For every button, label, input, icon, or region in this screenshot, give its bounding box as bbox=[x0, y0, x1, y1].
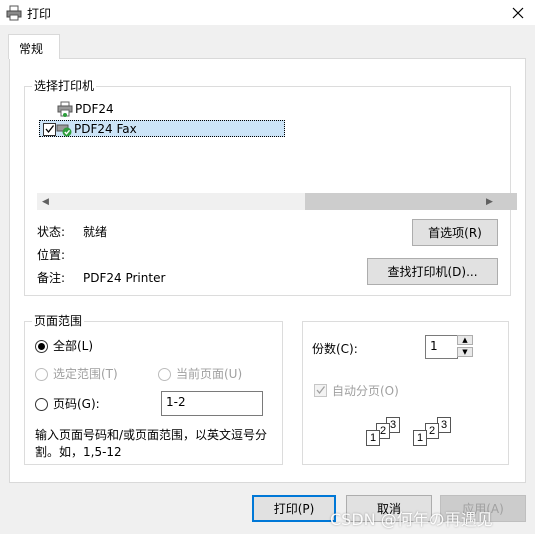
scroll-right-icon[interactable]: ▶ bbox=[481, 193, 498, 210]
spin-up-icon[interactable]: ▲ bbox=[457, 335, 473, 345]
comment-label: 备注: bbox=[37, 271, 66, 285]
radio-pages-label[interactable]: 页码(G): bbox=[53, 397, 100, 411]
comment-value: PDF24 Printer bbox=[83, 271, 166, 285]
printer-item-pdf24[interactable]: PDF24 bbox=[57, 101, 114, 117]
spin-down-icon[interactable]: ▼ bbox=[457, 347, 473, 357]
watermark: CSDN @何年の再遇见 bbox=[330, 510, 493, 529]
status-value: 就绪 bbox=[83, 225, 108, 239]
page-range-hint: 输入页面号码和/或页面范围，以英文逗号分割。如，1,5-12 bbox=[35, 428, 268, 459]
scroll-left-icon[interactable]: ◀ bbox=[37, 193, 54, 210]
print-button[interactable]: 打印(P) bbox=[252, 495, 336, 522]
horizontal-scrollbar[interactable]: ◀ ▶ bbox=[37, 193, 517, 210]
find-printer-button[interactable]: 查找打印机(D)... bbox=[367, 258, 498, 285]
window-title: 打印 bbox=[27, 7, 52, 21]
checkbox-icon bbox=[43, 122, 56, 136]
radio-selection[interactable] bbox=[35, 368, 48, 381]
printer-item-pdf24-fax[interactable]: PDF24 Fax bbox=[40, 121, 137, 137]
page-range-title: 页面范围 bbox=[32, 314, 85, 328]
radio-all[interactable] bbox=[35, 340, 48, 353]
select-printer-title: 选择打印机 bbox=[32, 79, 97, 93]
printer-name: PDF24 Fax bbox=[74, 122, 137, 136]
pages-input[interactable]: 1-2 bbox=[161, 391, 263, 416]
copies-input[interactable]: 1 bbox=[425, 335, 458, 359]
printer-icon bbox=[6, 5, 22, 21]
close-icon[interactable] bbox=[507, 2, 529, 24]
preferences-button[interactable]: 首选项(R) bbox=[412, 219, 498, 246]
radio-all-label[interactable]: 全部(L) bbox=[53, 339, 93, 353]
collate-page-icon: 1 bbox=[413, 430, 427, 446]
radio-current-page-label[interactable]: 当前页面(U) bbox=[176, 367, 242, 381]
printer-icon bbox=[57, 101, 73, 117]
collate-page-icon: 1 bbox=[366, 430, 380, 446]
location-label: 位置: bbox=[37, 248, 66, 262]
collate-page-icon: 3 bbox=[437, 417, 451, 433]
radio-selection-label[interactable]: 选定范围(T) bbox=[53, 367, 118, 381]
collate-page-icon: 2 bbox=[425, 423, 439, 439]
radio-pages[interactable] bbox=[35, 398, 48, 411]
collate-label[interactable]: 自动分页(O) bbox=[332, 384, 399, 398]
title-bar: 打印 bbox=[0, 0, 535, 26]
copies-spinner[interactable]: ▲ ▼ bbox=[457, 335, 473, 357]
radio-current-page[interactable] bbox=[158, 368, 171, 381]
collate-checkbox[interactable] bbox=[314, 384, 327, 397]
copies-label: 份数(C): bbox=[312, 342, 358, 356]
printer-name: PDF24 bbox=[75, 102, 114, 116]
tab-general[interactable]: 常规 bbox=[8, 34, 60, 59]
fax-printer-icon bbox=[56, 121, 72, 137]
status-label: 状态: bbox=[37, 225, 66, 239]
